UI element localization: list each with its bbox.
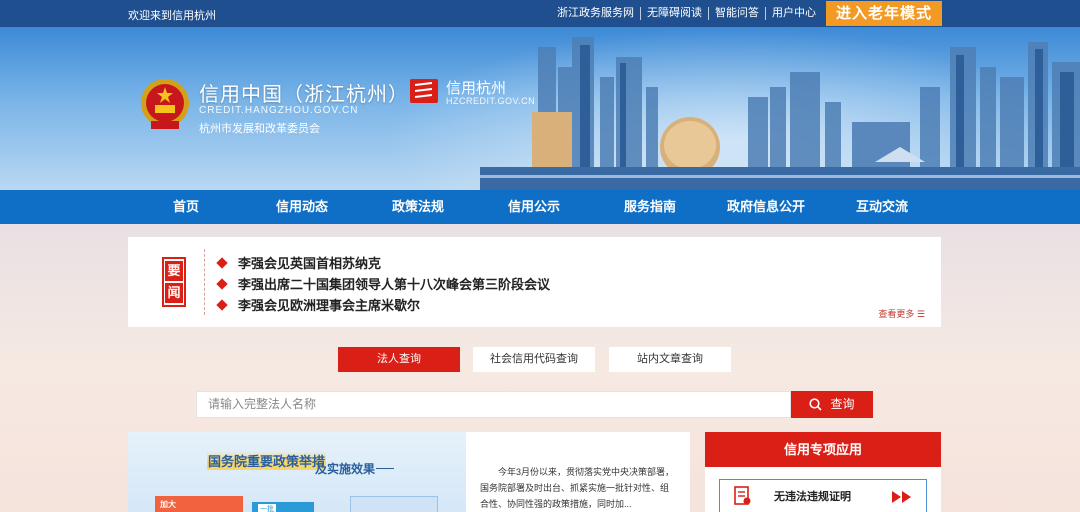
double-arrow-icon [892,491,911,503]
policy-card-red: 加大 [155,496,243,512]
news-item-title: 李强会见欧洲理事会主席米歇尔 [238,298,421,313]
link-zhejiang-gov-service[interactable]: 浙江政务服务网 [551,7,640,20]
news-badge-char: 要 [165,261,183,281]
national-emblem-icon [141,79,189,129]
search-input[interactable]: 请输入完整法人名称 [196,391,791,418]
tab-credit-code-query[interactable]: 社会信用代码查询 [473,347,595,372]
tab-site-article-query[interactable]: 站内文章查询 [609,347,731,372]
special-application-title: 信用专项应用 [705,432,941,467]
site-domain: CREDIT.HANGZHOU.GOV.CN [199,105,359,116]
news-badge: 要 闻 [162,257,186,307]
brand-name: 信用杭州 [446,80,507,97]
special-application-panel: 信用专项应用 无违法违规证明 [705,432,941,512]
no-violation-certificate-entry[interactable]: 无违法违规证明 [719,479,927,512]
city-skyline-image [480,37,1080,190]
policy-feature-image[interactable]: 国务院重要政策举措 及实施效果 加大 一批 [128,432,466,512]
policy-summary-text[interactable]: 今年3月份以来，贯彻落实党中央决策部署，国务院部署及时出台、抓紧实施一批针对性、… [466,432,690,512]
link-accessibility[interactable]: 无障碍阅读 [640,7,708,20]
document-icon [734,486,751,505]
news-item-title: 李强会见英国首相苏纳克 [238,256,382,271]
policy-title-dash [376,468,394,469]
news-item[interactable]: 李强会见英国首相苏纳克 [216,253,382,272]
nav-interaction[interactable]: 互动交流 [824,190,940,224]
news-item[interactable]: 李强出席二十国集团领导人第十八次峰会第三阶段会议 [216,274,551,293]
diamond-bullet-icon [216,277,228,290]
policy-subtitle: 及实施效果 [315,462,376,476]
nav-credit-publicity[interactable]: 信用公示 [476,190,592,224]
nav-credit-news[interactable]: 信用动态 [244,190,360,224]
policy-card-blue: 一批 [252,502,314,512]
nav-gov-info[interactable]: 政府信息公开 [708,190,824,224]
nav-service-guide[interactable]: 服务指南 [592,190,708,224]
site-title: 信用中国（浙江杭州） [199,84,409,106]
diamond-bullet-icon [216,298,228,311]
main-nav: 首页 信用动态 政策法规 信用公示 服务指南 政府信息公开 互动交流 [0,190,1080,224]
nav-home[interactable]: 首页 [128,190,244,224]
link-smart-qa[interactable]: 智能问答 [708,7,765,20]
site-organization: 杭州市发展和改革委员会 [199,123,320,135]
policy-card-blue-label: 一批 [258,504,276,512]
brand-domain: HZCREDIT.GOV.CN [446,96,536,106]
welcome-text: 欢迎来到信用杭州 [128,10,216,22]
news-panel: 要 闻 李强会见英国首相苏纳克 李强出席二十国集团领导人第十八次峰会第三阶段会议… [128,237,941,327]
credit-hangzhou-logo-icon [410,79,438,103]
search-button[interactable]: 查询 [791,391,873,418]
policy-title: 国务院重要政策举措 [207,451,327,470]
nav-policies[interactable]: 政策法规 [360,190,476,224]
tab-legal-person-query[interactable]: 法人查询 [338,347,460,372]
top-bar: 欢迎来到信用杭州 浙江政务服务网 无障碍阅读 智能问答 用户中心 进入老年模式 [0,0,1080,27]
header-banner: 信用中国（浙江杭州） CREDIT.HANGZHOU.GOV.CN 杭州市发展和… [0,27,1080,190]
news-item-title: 李强出席二十国集团领导人第十八次峰会第三阶段会议 [238,277,551,292]
diamond-bullet-icon [216,256,228,269]
news-item[interactable]: 李强会见欧洲理事会主席米歇尔 [216,295,421,314]
news-divider [204,249,205,315]
news-more-link[interactable]: 查看更多 ☰ [878,307,925,320]
news-badge-char: 闻 [165,283,183,303]
top-links: 浙江政务服务网 无障碍阅读 智能问答 用户中心 [551,7,822,20]
elder-mode-button[interactable]: 进入老年模式 [826,1,942,26]
policy-card-light [350,496,438,512]
link-user-center[interactable]: 用户中心 [765,7,822,20]
search-button-label: 查询 [830,397,855,411]
search-icon [809,398,823,411]
entry-label: 无违法违规证明 [774,491,851,503]
